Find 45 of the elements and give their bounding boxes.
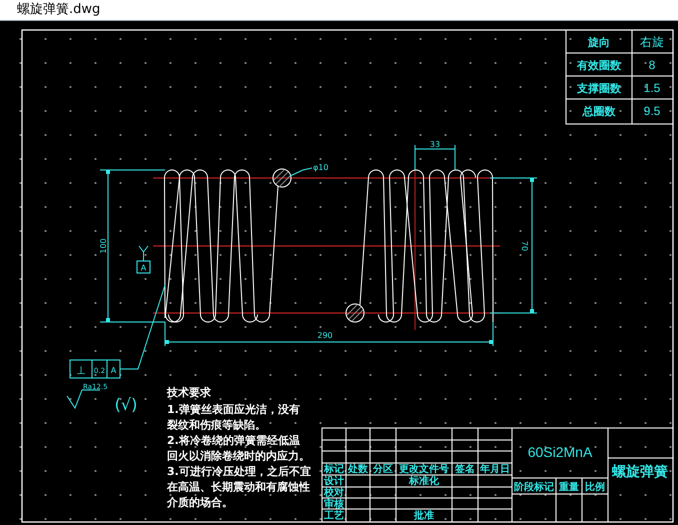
part-name: 螺旋弹簧 [612,464,668,480]
spec-label: 有效圈数 [577,59,621,72]
table-label: 校对 [324,488,344,498]
table-header: 更改文件号 [399,464,449,475]
requirements-line: 在高温、长期震动和有腐蚀性 [167,480,310,494]
roughness-note: (√) [114,395,138,414]
requirements-line: 裂纹和伤痕等缺陷。 [167,418,266,432]
table-header: 标记 [324,464,344,475]
tolerance-symbol: ⊥ [76,364,86,377]
table-label: 阶段标记 [514,482,554,493]
spec-value: 1.5 [644,81,660,95]
dimension-text: 100 [99,238,108,254]
table-header: 分区 [373,464,393,475]
dimension-text: 33 [430,140,440,149]
dimension-text: 70 [520,240,529,252]
datum-letter: A [140,264,146,272]
table-label: 批准 [414,510,434,522]
table-label: 比例 [585,482,605,493]
datum-symbol [136,246,150,274]
requirements-line: 3.可进行冷压处理，之后不宜 [167,465,311,478]
material-text: 60Si2MnA [528,444,592,460]
requirements-line: 1.弹簧丝表面应光洁，没有 [167,403,300,416]
requirements-line: 回火以消除卷绕时的内应力。 [167,450,310,462]
spec-value: 右旋 [640,35,664,49]
file-title: 螺旋弹簧.dwg [17,1,100,20]
table-header: 处数 [348,464,368,475]
datum-letter: A [110,366,116,375]
table-label: 工艺 [324,510,344,522]
dimension-text: φ10 [313,163,328,172]
table-label: 设计 [324,476,344,487]
table-label: 审核 [324,499,344,510]
spec-value: 8 [648,58,656,72]
spec-value: 9.5 [644,104,660,118]
table-label: 重量 [559,482,579,493]
spec-label: 支撑圈数 [577,82,621,95]
spec-label: 总圈数 [582,105,616,118]
requirements-line: 2.将冷卷绕的弹簧需经低温 [167,434,300,447]
table-header: 签名 [455,464,475,475]
dimension-text: 290 [317,331,333,340]
roughness-icon [66,390,100,410]
table-label: 标准化 [409,476,439,487]
table-header: 年月日 [480,464,510,475]
requirements-title: 技术要求 [167,386,211,399]
spec-label: 旋向 [588,36,610,49]
requirements-line: 介质的场合。 [167,496,233,509]
